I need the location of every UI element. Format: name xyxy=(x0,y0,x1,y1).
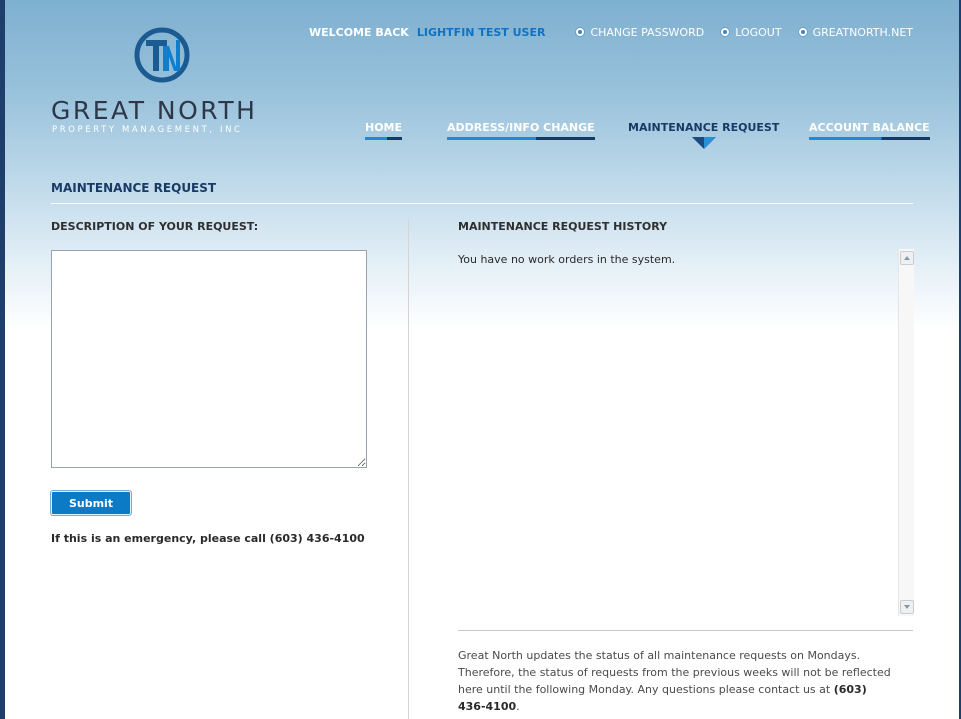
bullet-circle-icon xyxy=(720,27,731,37)
page-title: MAINTENANCE REQUEST xyxy=(51,181,217,195)
welcome-text: WELCOME BACK xyxy=(308,25,409,39)
divider xyxy=(51,203,913,204)
emergency-notice: If this is an emergency, please call (60… xyxy=(51,532,365,545)
history-empty-message: You have no work orders in the system. xyxy=(458,253,676,266)
bullet-circle-icon xyxy=(575,27,586,37)
nav-underline xyxy=(365,137,403,140)
nav-address-info-change[interactable]: ADDRESS/INFO CHANGE xyxy=(447,121,595,140)
column-divider xyxy=(408,219,409,719)
nav-address-label: ADDRESS/INFO CHANGE xyxy=(447,121,595,134)
greatnorth-site-link[interactable]: GREATNORTH.NET xyxy=(797,25,913,39)
history-status-note: Great North updates the status of all ma… xyxy=(458,647,898,715)
submit-button[interactable]: Submit xyxy=(51,491,131,515)
chevron-up-icon xyxy=(904,256,910,260)
change-password-label: CHANGE PASSWORD xyxy=(590,25,705,39)
history-note-end: . xyxy=(516,700,520,713)
chevron-down-icon xyxy=(904,605,910,609)
history-scrollbar[interactable] xyxy=(898,249,914,616)
logout-label: LOGOUT xyxy=(735,25,782,39)
active-caret-icon xyxy=(691,137,716,149)
window-edge-left xyxy=(0,0,5,719)
nav-underline xyxy=(809,137,930,140)
scroll-up-button[interactable] xyxy=(900,251,914,265)
greatnorth-site-label: GREATNORTH.NET xyxy=(812,25,913,39)
nav-account-label: ACCOUNT BALANCE xyxy=(809,121,930,134)
nav-maintenance-label: MAINTENANCE REQUEST xyxy=(628,121,780,134)
nav-underline xyxy=(447,137,595,140)
username: LIGHTFIN TEST USER xyxy=(416,25,546,39)
divider xyxy=(458,630,913,631)
main-nav: HOME ADDRESS/INFO CHANGE MAINTENANCE REQ… xyxy=(0,121,961,151)
history-list[interactable]: You have no work orders in the system. xyxy=(458,249,914,616)
history-title: MAINTENANCE REQUEST HISTORY xyxy=(458,220,668,233)
bullet-circle-icon xyxy=(797,27,808,37)
scroll-down-button[interactable] xyxy=(900,600,914,614)
user-bar: WELCOME BACK LIGHTFIN TEST USER CHANGE P… xyxy=(309,25,913,39)
nav-maintenance-request[interactable]: MAINTENANCE REQUEST xyxy=(628,121,780,149)
nav-home-label: HOME xyxy=(365,121,403,134)
great-north-logo-icon xyxy=(134,27,190,83)
change-password-link[interactable]: CHANGE PASSWORD xyxy=(575,26,704,39)
description-label: DESCRIPTION OF YOUR REQUEST: xyxy=(51,220,259,233)
nav-account-balance[interactable]: ACCOUNT BALANCE xyxy=(809,121,930,140)
history-note-text: Great North updates the status of all ma… xyxy=(458,649,891,696)
description-textarea[interactable] xyxy=(51,250,367,468)
logout-link[interactable]: LOGOUT xyxy=(720,25,782,39)
nav-home[interactable]: HOME xyxy=(365,121,403,140)
